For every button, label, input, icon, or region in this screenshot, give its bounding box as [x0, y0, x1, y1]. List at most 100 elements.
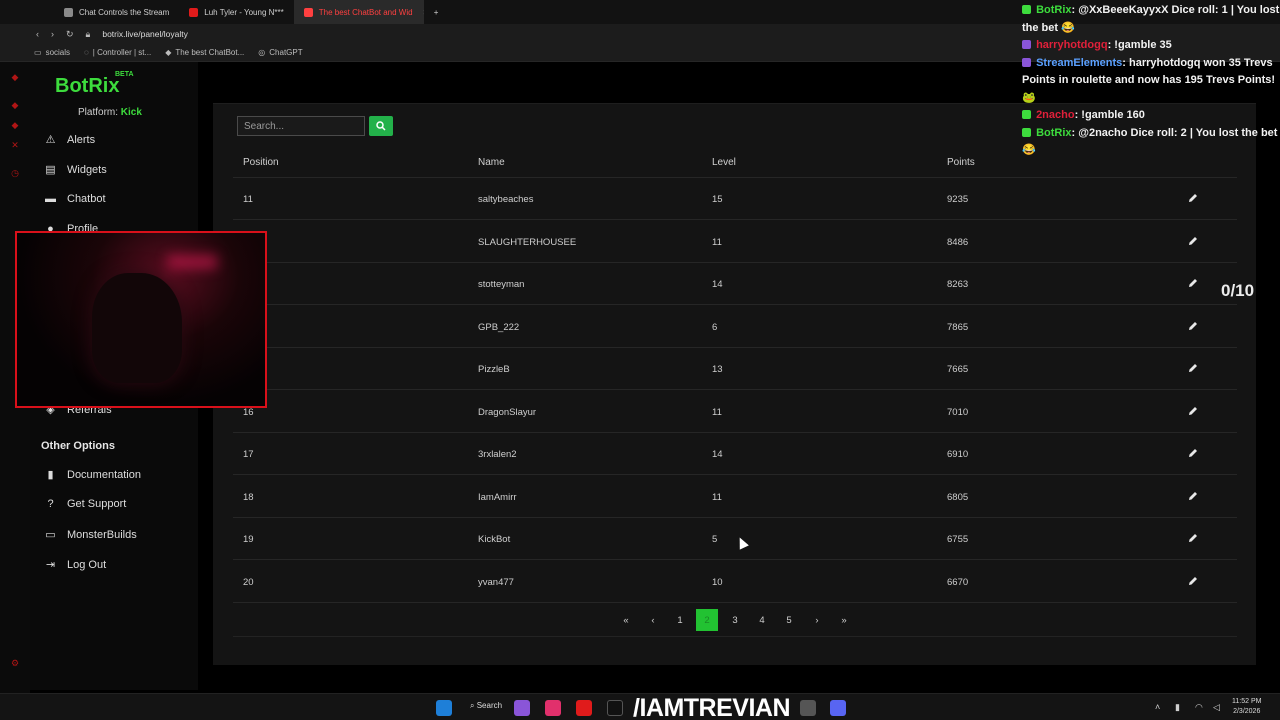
forward-icon[interactable]: ›: [51, 29, 54, 39]
volume-icon[interactable]: ◁: [1213, 702, 1220, 713]
history-icon[interactable]: ◷: [10, 168, 20, 178]
tab-botrix[interactable]: The best ChatBot and Wid ✕: [293, 0, 424, 24]
tab-label: Chat Controls the Stream: [79, 7, 170, 17]
sidebar-item-chatbot[interactable]: ▬ Chatbot: [44, 193, 106, 205]
cell-points: 6755: [947, 534, 969, 545]
tab-chat-controls[interactable]: Chat Controls the Stream: [54, 0, 179, 24]
chat-icon: ▬: [45, 193, 56, 205]
system-clock[interactable]: 11:52 PM 2/3/2026: [1232, 697, 1261, 717]
tab-favicon: [64, 7, 73, 17]
prev-page-button[interactable]: ‹: [642, 609, 664, 631]
cell-level: 6: [712, 321, 718, 333]
search-icon: [376, 121, 386, 131]
cell-name: KickBot: [478, 534, 511, 545]
chat-text: : !gamble 35: [1107, 39, 1172, 51]
wifi-icon[interactable]: ◠: [1195, 702, 1203, 713]
discord-icon[interactable]: [830, 700, 846, 716]
cell-name: PizzleB: [478, 364, 510, 375]
tab-label: Luh Tyler - Young N***: [204, 7, 284, 17]
page-3-button[interactable]: 3: [724, 609, 746, 631]
goal-counter: 0/10: [1221, 281, 1255, 300]
sidebar-item-log-out[interactable]: ⇥ Log Out: [44, 558, 106, 572]
cell-level: 11: [712, 236, 722, 248]
last-page-button[interactable]: »: [833, 609, 855, 631]
table-row: 11 saltybeaches 15 9235: [233, 178, 1237, 220]
webcam-overlay: [15, 231, 267, 408]
edit-pencil-icon[interactable]: [1187, 235, 1199, 247]
header-level[interactable]: Level: [712, 157, 736, 168]
cell-position: 16: [243, 406, 254, 418]
streamer-handle: /IAMTREVIAN: [633, 694, 791, 720]
search-button[interactable]: [369, 116, 393, 136]
page-1-button[interactable]: 1: [669, 609, 691, 631]
bookmark-item[interactable]: ▭ socials: [34, 48, 70, 57]
edit-pencil-icon[interactable]: [1187, 575, 1199, 587]
instagram-icon[interactable]: ◆: [10, 100, 20, 110]
twitch-badge-icon: [1022, 57, 1031, 67]
edit-pencil-icon[interactable]: [1187, 490, 1199, 502]
chat-username: harryhotdogq: [1036, 39, 1108, 51]
cell-level: 15: [712, 194, 723, 205]
tab-label: The best ChatBot and Wid: [318, 7, 413, 17]
cell-name: saltybeaches: [478, 194, 534, 205]
bookmark-item[interactable]: ◌ | Controller | st...: [84, 48, 151, 57]
edit-pencil-icon[interactable]: [1187, 277, 1199, 289]
header-position[interactable]: Position: [243, 157, 279, 168]
edit-pencil-icon[interactable]: [1187, 320, 1199, 332]
page-4-button[interactable]: 4: [751, 609, 773, 631]
beta-badge: BETA: [115, 71, 134, 78]
tray-chevron-icon[interactable]: ˄: [1155, 702, 1160, 712]
botrix-logo[interactable]: BotRix: [55, 75, 119, 98]
sidebar-item-documentation[interactable]: ▮ Documentation: [44, 468, 141, 482]
sidebar-item-label: Widgets: [67, 163, 107, 176]
edit-pencil-icon[interactable]: [1187, 447, 1199, 459]
cell-points: 6805: [947, 491, 969, 503]
edit-pencil-icon[interactable]: [1187, 532, 1199, 544]
sidebar-item-monsterbuilds[interactable]: ▭ MonsterBuilds: [44, 528, 136, 542]
chat-text: : !gamble 160: [1074, 109, 1145, 121]
tiktok-icon[interactable]: ◆: [10, 120, 20, 130]
page-2-button[interactable]: 2: [696, 609, 718, 631]
youtube-icon: [576, 700, 592, 716]
reload-icon[interactable]: ↻: [66, 29, 74, 40]
bookmark-item[interactable]: ◆ The best ChatBot...: [165, 48, 244, 57]
header-points[interactable]: Points: [947, 157, 975, 168]
bookmark-label: | Controller | st...: [92, 48, 152, 57]
cell-points: 7010: [947, 406, 969, 418]
url-field[interactable]: botrix.live/panel/loyalty: [102, 29, 188, 39]
edit-pencil-icon[interactable]: [1187, 405, 1199, 417]
cell-points: 6910: [947, 449, 969, 460]
next-page-button[interactable]: ›: [806, 609, 828, 631]
sidebar-item-alerts[interactable]: ⚠ Alerts: [44, 133, 96, 147]
edit-pencil-icon[interactable]: [1187, 192, 1199, 204]
app-icon[interactable]: [800, 700, 816, 716]
settings-icon[interactable]: ⚙: [10, 658, 20, 668]
question-icon: ?: [47, 498, 54, 510]
sidebar-item-widgets[interactable]: ▤ Widgets: [44, 163, 107, 177]
first-page-button[interactable]: «: [615, 609, 637, 631]
chat-username: 2nacho: [1036, 109, 1075, 121]
taskbar-search[interactable]: ⌕ Search: [470, 701, 502, 711]
back-icon[interactable]: ‹: [36, 29, 39, 39]
new-tab-button[interactable]: +: [424, 0, 449, 24]
tab-youtube[interactable]: Luh Tyler - Young N***: [179, 0, 293, 24]
windows-start-icon[interactable]: [436, 700, 452, 716]
search-input[interactable]: [237, 116, 365, 136]
header-name[interactable]: Name: [478, 157, 505, 168]
x-icon[interactable]: ✕: [10, 140, 20, 150]
tray-app-icon[interactable]: ▮: [1175, 702, 1180, 713]
widgets-icon: ▤: [45, 164, 56, 176]
sidebar-item-get-support[interactable]: ? Get Support: [44, 498, 126, 510]
bookmark-item[interactable]: ◎ ChatGPT: [258, 48, 302, 57]
page-5-button[interactable]: 5: [778, 609, 800, 631]
edit-pencil-icon[interactable]: [1187, 362, 1199, 374]
x-icon: [607, 700, 623, 716]
chat-username: BotRix: [1036, 126, 1072, 139]
cell-position: 17: [243, 449, 254, 460]
stream-chat-overlay: BotRix: @XxBeeeKayyxX Dice roll: 1 | You…: [1022, 2, 1280, 160]
instagram-icon: [545, 700, 561, 716]
clock-time: 11:52 PM: [1232, 698, 1262, 705]
cell-name: GPB_222: [478, 321, 520, 333]
cell-level: 14: [712, 449, 723, 460]
whatsapp-icon[interactable]: ◆: [10, 72, 20, 82]
